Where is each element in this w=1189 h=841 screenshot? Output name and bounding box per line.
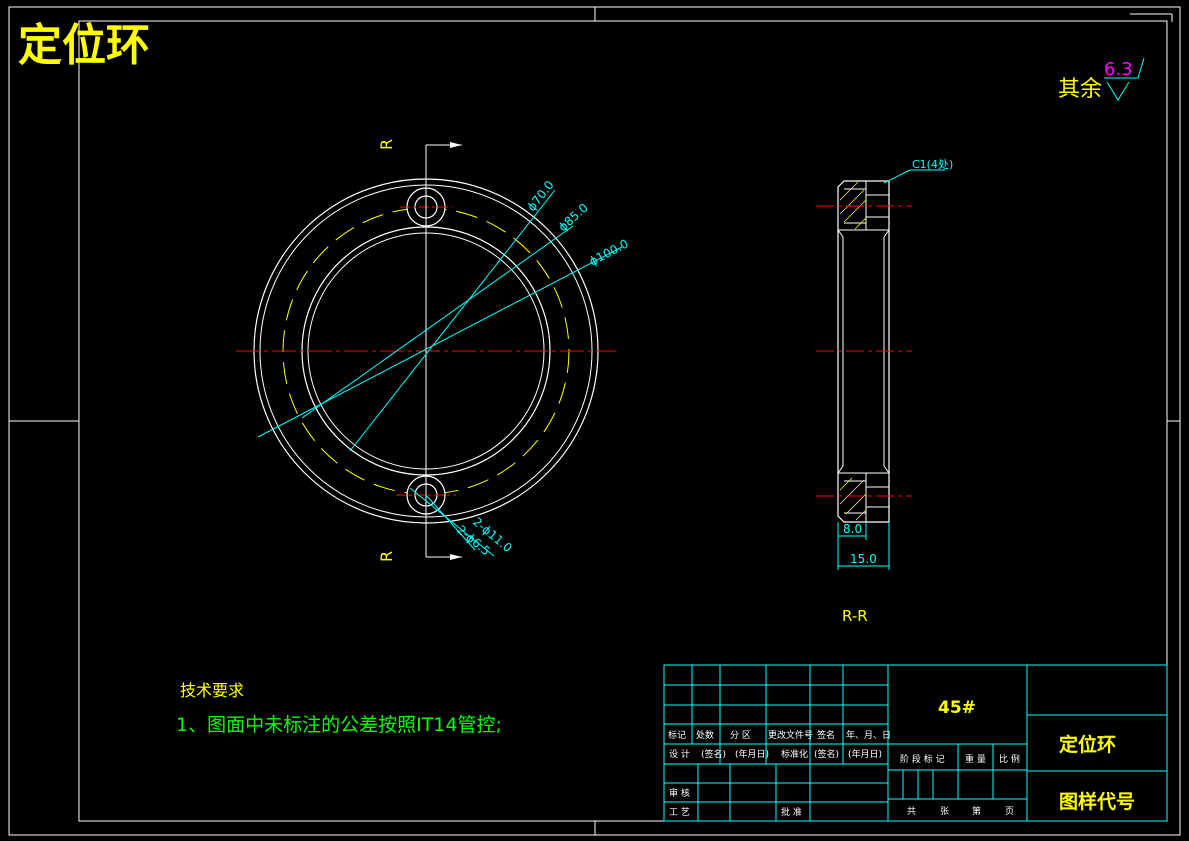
review-label: 审 核 <box>669 787 690 799</box>
dim-line-d70 <box>349 189 556 452</box>
section-label: R-R <box>842 607 868 625</box>
scale-header: 比 例 <box>999 753 1020 765</box>
inner-frame <box>78 20 1168 822</box>
dim-line-d100 <box>257 246 623 438</box>
section-chamfer-4 <box>883 465 890 474</box>
drawing-canvas: 定位环 其余 6.3 R R ϕ70.0 ϕ85.0 ϕ100.0 2-ϕ11.… <box>8 6 1181 836</box>
dim-text-15: 15.0 <box>850 552 877 566</box>
chamfer-leader <box>883 169 911 184</box>
rev-header-count: 处数 <box>696 729 714 741</box>
tech-item-1: 1、图面中未标注的公差按照IT14管控; <box>176 714 502 736</box>
sheet-no-label: 第 <box>972 805 981 817</box>
dim-line-d85 <box>301 225 574 419</box>
stage-mark-header: 阶 段 标 记 <box>900 753 945 765</box>
section-arrowhead-top <box>450 142 462 148</box>
dim-text-d85: ϕ85.0 <box>556 201 591 235</box>
section-mark-top: R <box>377 139 396 150</box>
dim-text-d100: ϕ100.0 <box>587 236 631 268</box>
section-chamfer-1 <box>837 229 844 238</box>
section-chamfer-3 <box>837 465 844 474</box>
approve-label: 批 准 <box>781 806 802 818</box>
section-chamfer-2 <box>883 229 890 238</box>
sheet-total-label: 共 <box>907 806 916 817</box>
design-sign: (签名) <box>701 748 726 760</box>
rev-header-doc: 更改文件号 <box>768 729 813 741</box>
roughness-value: 6.3 <box>1104 59 1133 80</box>
design-label: 设 计 <box>669 748 690 760</box>
drawing-code-text: 图样代号 <box>1059 790 1135 813</box>
rev-header-sign: 签名 <box>817 729 835 741</box>
standardization-sign: (签名) <box>814 748 839 760</box>
rev-header-date: 年、月、日 <box>846 729 891 741</box>
rev-header-zone: 分 区 <box>730 730 751 741</box>
section-view: C1(4处) 8.0 15.0 R-R <box>816 158 953 625</box>
roughness-triangle <box>1106 81 1130 101</box>
front-view: R R ϕ70.0 ϕ85.0 ϕ100.0 2-ϕ11.0 2-ϕ6.5 <box>236 139 631 562</box>
section-mark-bottom: R <box>377 551 396 562</box>
chamfer-text: C1(4处) <box>912 158 953 171</box>
roughness-prefix: 其余 <box>1058 77 1102 102</box>
section-arrowhead-bottom <box>450 554 462 560</box>
process-label: 工 艺 <box>669 807 690 818</box>
standardization-label: 标准化 <box>781 748 808 760</box>
rev-header-mark: 标记 <box>668 729 686 741</box>
design-date: (年月日) <box>735 748 769 760</box>
sheet-info-row: 共 张 第 页 <box>907 805 1014 817</box>
weight-header: 重 量 <box>965 753 986 765</box>
stage-header-row: 阶 段 标 记 重 量 比 例 <box>900 753 1020 765</box>
sheet-unit-label: 张 <box>940 806 949 817</box>
outer-frame <box>8 6 1181 836</box>
drawing-title: 定位环 <box>18 20 150 71</box>
dim-text-8: 8.0 <box>843 522 862 536</box>
revision-header-row: 标记 处数 分 区 更改文件号 签名 年、月、日 <box>668 729 891 741</box>
tech-heading: 技术要求 <box>180 681 244 700</box>
material-text: 45# <box>938 698 976 718</box>
part-name-text: 定位环 <box>1059 733 1116 756</box>
page-unit-label: 页 <box>1005 806 1014 817</box>
design-row: 设 计 (签名) (年月日) 标准化 (签名) (年月日) <box>669 748 882 760</box>
standardization-date: (年月日) <box>848 748 882 760</box>
